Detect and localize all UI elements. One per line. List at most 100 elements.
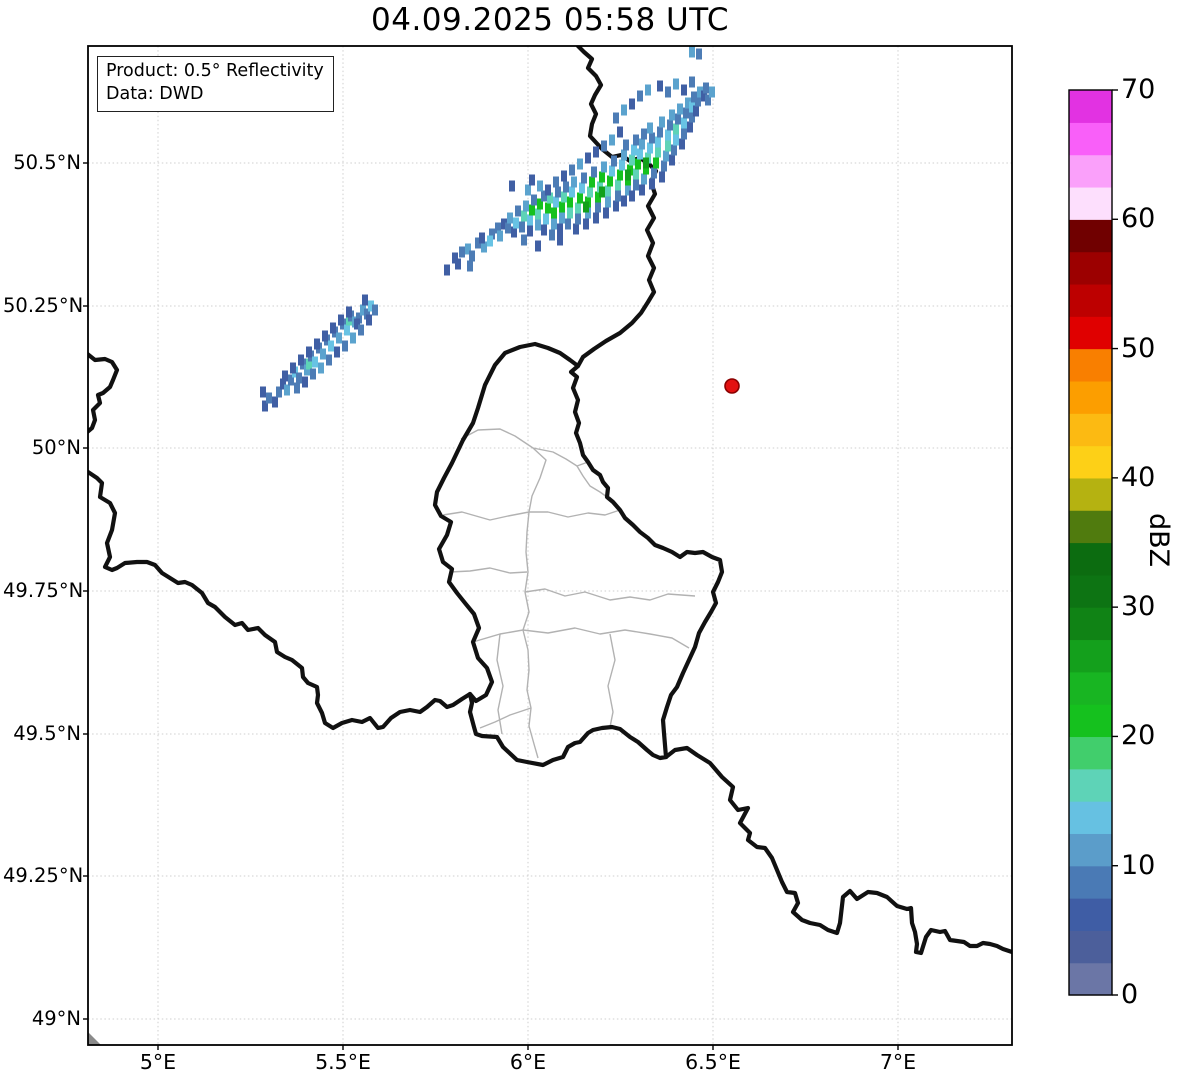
radar-echo-cell [669, 109, 675, 121]
radar-echo-cell [659, 116, 665, 128]
radar-echo-cell [521, 234, 527, 246]
radar-echo-cell [645, 84, 651, 96]
y-tick-label: 50.5°N [13, 151, 81, 174]
radar-echo-cell [625, 169, 631, 181]
radar-echo-cell [667, 119, 673, 131]
colorbar-segment [1069, 865, 1112, 899]
radar-echo-cell [487, 235, 493, 247]
y-tick-label: 50°N [31, 436, 81, 459]
radar-echo-cell [673, 123, 679, 135]
y-tick-label: 50.25°N [3, 294, 84, 317]
radar-echo-cell [577, 158, 583, 170]
data-source-line: Data: DWD [106, 84, 204, 105]
radar-echo-cell [521, 210, 527, 222]
radar-echo-cell [601, 161, 607, 173]
radar-echo-cell [326, 354, 332, 366]
radar-echo-cell [579, 182, 585, 194]
y-tick-label: 49.25°N [3, 864, 84, 887]
colorbar-segment [1069, 154, 1112, 188]
colorbar-tick-label: 30 [1121, 591, 1156, 623]
radar-echo-cell [561, 191, 567, 203]
radar-echo-cell [703, 82, 709, 94]
colorbar-tick-label: 70 [1121, 74, 1156, 105]
radar-echo-cell [621, 195, 627, 207]
map-canvas [0, 0, 1202, 1081]
radar-echo-cell [455, 258, 461, 270]
radar-echo-cell [607, 175, 613, 187]
radar-echo-cell [605, 185, 611, 197]
radar-echo-cell [545, 184, 551, 196]
radar-echo-cell [621, 149, 627, 161]
colorbar-segment [1069, 380, 1112, 414]
radar-echo-cell [633, 179, 639, 191]
radar-figure: { "title": "04.09.2025 05:58 UTC", "info… [0, 0, 1202, 1081]
radar-echo-cell [541, 224, 547, 236]
colorbar-segment [1069, 445, 1112, 479]
radar-echo-cell [372, 304, 378, 316]
radar-echo-cell [284, 384, 290, 396]
colorbar-tick-label: 50 [1121, 332, 1156, 364]
radar-echo-cell [647, 142, 653, 154]
radar-echo-cell [641, 173, 647, 185]
radar-echo-cell [575, 202, 581, 214]
radar-echo-cell [649, 178, 655, 190]
colorbar-segment [1069, 510, 1112, 544]
radar-echo-cell [687, 121, 693, 133]
figure-stage: 04.09.2025 05:58 UTC Product: 0.5° Refle… [0, 0, 1202, 1081]
radar-echo-cell [603, 207, 609, 219]
radar-echo-cell [681, 84, 687, 96]
radar-echo-cell [681, 128, 687, 140]
radar-echo-cell [551, 218, 557, 230]
radar-echo-cell [330, 322, 336, 334]
radar-echo-cell [559, 201, 565, 213]
radar-echo-cell [306, 346, 312, 358]
radar-echo-cell [362, 294, 368, 306]
radar-echo-cell [651, 167, 657, 179]
y-tick-label: 49.75°N [3, 579, 84, 602]
radar-echo-cell [282, 370, 288, 382]
radar-echo-cell [569, 164, 575, 176]
radar-echo-cell [613, 200, 619, 212]
colorbar-segment [1069, 801, 1112, 834]
radar-echo-cell [599, 171, 605, 183]
colorbar-tick-label: 60 [1121, 203, 1156, 235]
x-tick-label: 6.5°E [685, 1050, 741, 1074]
radar-echo-cell [557, 234, 563, 246]
radar-echo-cell [525, 184, 531, 196]
radar-echo-cell [294, 382, 300, 394]
colorbar-axis-label: dBZ [1143, 513, 1174, 568]
radar-echo-cell [615, 190, 621, 202]
radar-echo-cell [312, 356, 318, 368]
radar-echo-cell [583, 201, 589, 213]
radar-echo-cell [529, 174, 535, 186]
radar-echo-cell [629, 154, 635, 166]
radar-echo-cell [543, 213, 549, 225]
radar-echo-cell [709, 86, 715, 98]
colorbar-tick-label: 20 [1121, 720, 1156, 752]
radar-echo-cell [272, 396, 278, 408]
radar-echo-cell [290, 362, 296, 374]
colorbar-segment [1069, 574, 1112, 608]
radar-echo-cell [575, 213, 581, 225]
radar-echo-cell [344, 324, 350, 336]
colorbar-segment [1069, 477, 1112, 511]
radar-echo-cell [657, 126, 663, 138]
radar-echo-cell [346, 306, 352, 318]
radar-echo-cell [565, 218, 571, 230]
radar-echo-cell [615, 179, 621, 191]
radar-echo-cell [601, 140, 607, 152]
radar-echo-cell [663, 150, 669, 162]
radar-echo-cell [318, 362, 324, 374]
colorbar-segment [1069, 833, 1112, 867]
radar-echo-cell [633, 168, 639, 180]
radar-echo-cell [328, 340, 334, 352]
radar-echo-cell [585, 152, 591, 164]
radar-echo-cell [467, 260, 473, 272]
colorbar-segment [1069, 542, 1112, 576]
radar-echo-cell [689, 76, 695, 88]
radar-echo-cell [535, 219, 541, 231]
y-tick-label: 49°N [31, 1007, 81, 1030]
colorbar-segment [1069, 704, 1112, 738]
radar-echo-cell [334, 346, 340, 358]
radar-echo-cell [338, 314, 344, 326]
